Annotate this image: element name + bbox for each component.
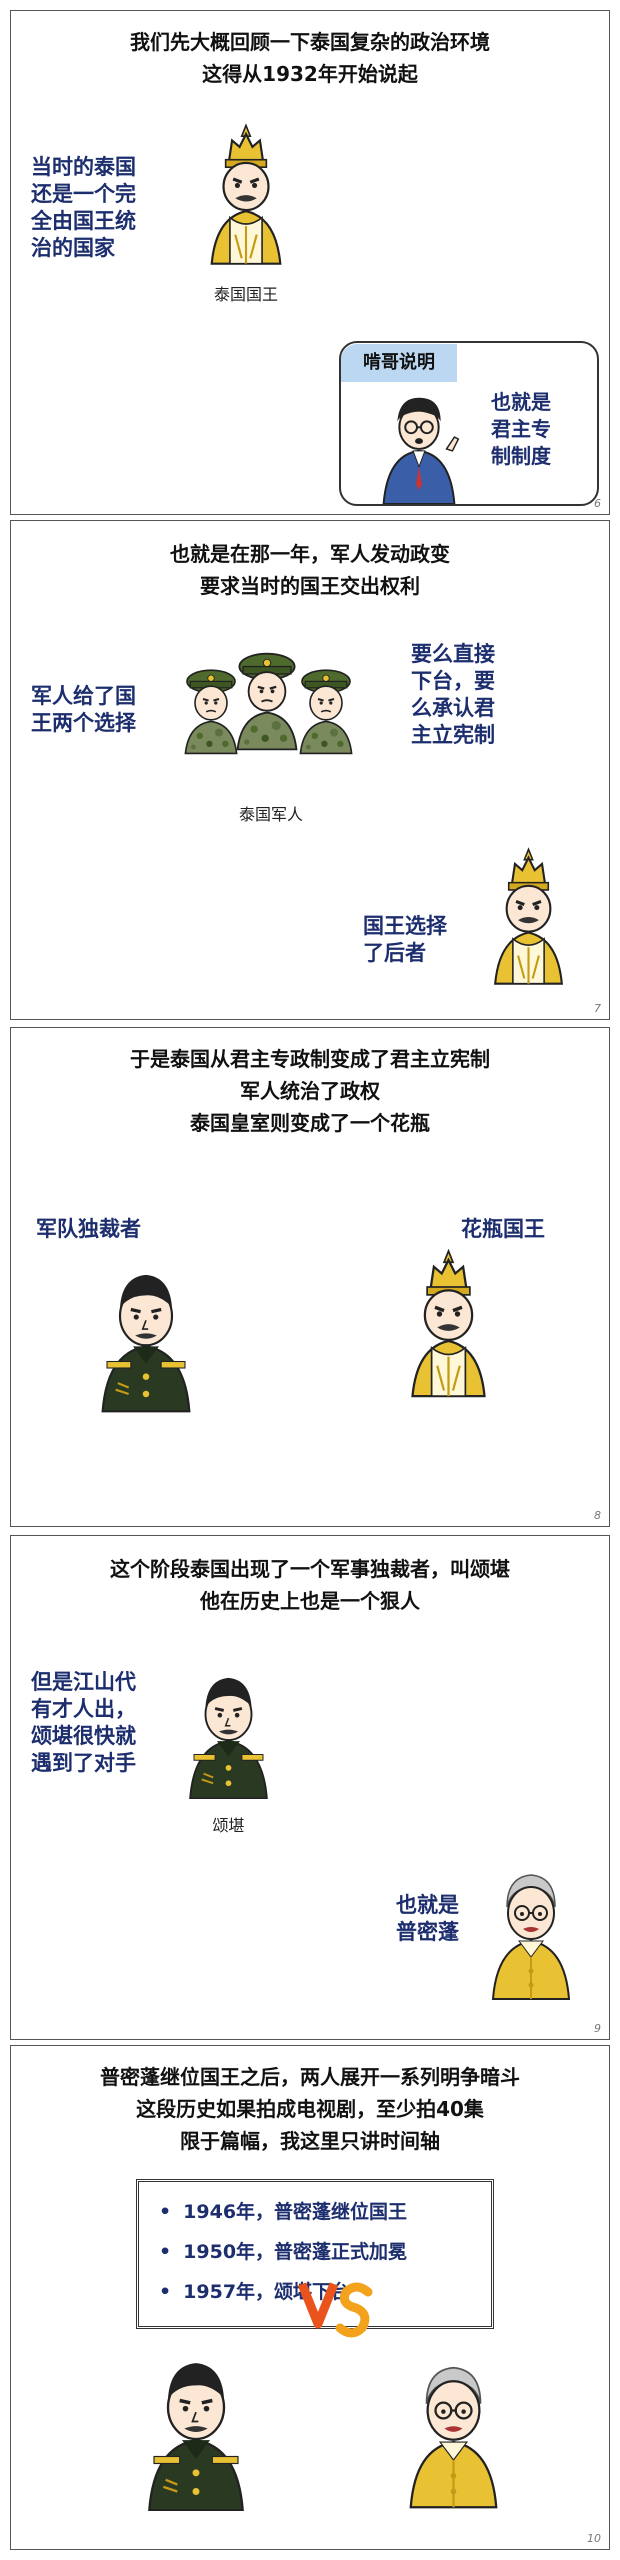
page-number: 9	[594, 2022, 601, 2035]
panel-title-line: 他在历史上也是一个狠人	[200, 1589, 420, 1613]
pointing-hand-icon	[445, 436, 460, 452]
vs-icon	[296, 2274, 376, 2344]
bhumibol-figure	[386, 2346, 521, 2511]
bullet-icon: •	[159, 2281, 172, 2303]
timeline-item: • 1950年，普密蓬正式加冕	[159, 2241, 408, 2263]
figure-caption: 泰国军人	[238, 805, 303, 824]
comic-panel-8: 于是泰国从君主专政制变成了君主立宪制 军人统治了政权 泰国皇室则变成了一个花瓶 …	[10, 1027, 610, 1527]
soldier-figure	[286, 657, 366, 757]
narration-text: 但是江山代 有才人出， 颂堪很快就 遇到了对手	[31, 1670, 136, 1775]
comic-panel-10: 普密蓬继位国王之后，两人展开一系列明争暗斗 这段历史如果拍成电视剧，至少拍40集…	[10, 2045, 610, 2550]
narrator-figure	[369, 386, 469, 504]
bullet-icon: •	[159, 2201, 172, 2223]
page-number: 7	[594, 1002, 601, 1015]
choice-text: 要么直接 下台，要 么承认君 主立宪制	[411, 642, 495, 747]
figure-caption: 颂堪	[212, 1816, 245, 1835]
sarit-figure	[126, 2346, 266, 2511]
figure-label: 军队独裁者	[36, 1217, 141, 1241]
timeline-item: • 1946年，普密蓬继位国王	[159, 2201, 408, 2223]
panel-title-line: 这个阶段泰国出现了一个军事独裁者，叫颂堪	[110, 1557, 510, 1581]
comic-panel-6: 我们先大概回顾一下泰国复杂的政治环境 这得从1932年开始说起 当时的泰国 还是…	[10, 10, 610, 515]
panel-title-line: 军人统治了政权	[240, 1079, 380, 1103]
panel-title-line: 要求当时的国王交出权利	[200, 574, 420, 598]
comic-panel-7: 也就是在那一年，军人发动政变 要求当时的国王交出权利 军人给了国 王两个选择 泰…	[10, 520, 610, 1020]
panel-title-line: 这得从1932年开始说起	[202, 62, 418, 86]
thai-king-figure	[466, 841, 591, 991]
bhumibol-figure	[471, 1854, 591, 2004]
panel-title-line: 我们先大概回顾一下泰国复杂的政治环境	[130, 30, 490, 54]
panel-title-line: 泰国皇室则变成了一个花瓶	[190, 1111, 430, 1135]
sarit-figure	[171, 1664, 286, 1799]
panel-title-line: 也就是在那一年，军人发动政变	[170, 542, 450, 566]
narration-text: 当时的泰国 还是一个完 全由国王统 治的国家	[31, 155, 136, 260]
panel-title-line: 于是泰国从君主专政制变成了君主立宪制	[130, 1047, 490, 1071]
page-number: 8	[594, 1509, 601, 1522]
panel-title-line: 这段历史如果拍成电视剧，至少拍40集	[136, 2097, 484, 2121]
panel-title-line: 限于篇幅，我这里只讲时间轴	[180, 2129, 440, 2153]
page-number: 6	[594, 497, 601, 510]
bullet-icon: •	[159, 2241, 172, 2263]
page-number: 10	[587, 2532, 601, 2545]
comic-panel-9: 这个阶段泰国出现了一个军事独裁者，叫颂堪 他在历史上也是一个狠人 但是江山代 有…	[10, 1535, 610, 2040]
panel-title-line: 普密蓬继位国王之后，两人展开一系列明争暗斗	[100, 2065, 520, 2089]
explanation-text: 也就是 君主专 制制度	[491, 390, 551, 468]
explanation-tag: 啃哥说明	[341, 344, 457, 382]
thai-king-figure	[181, 119, 311, 269]
narration-text: 军人给了国 王两个选择	[31, 684, 136, 735]
vase-king-figure	[381, 1243, 516, 1403]
narration-text: 国王选择 了后者	[363, 914, 447, 965]
figure-label: 花瓶国王	[461, 1217, 545, 1241]
figure-caption: 泰国国王	[213, 285, 278, 304]
military-dictator-figure	[81, 1258, 211, 1413]
narration-text: 也就是 普密蓬	[396, 1893, 459, 1944]
